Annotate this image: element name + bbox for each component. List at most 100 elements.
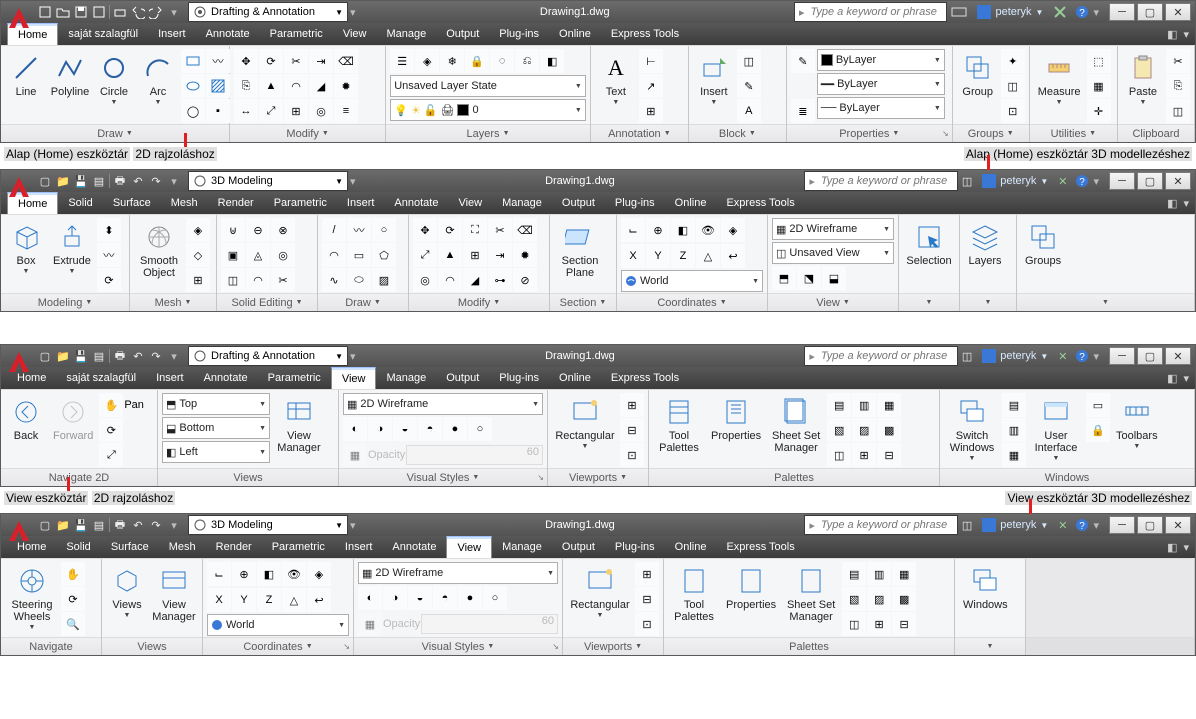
align-icon[interactable]: ≡ (334, 99, 358, 123)
tab-view[interactable]: View (331, 367, 377, 389)
search-input[interactable] (819, 349, 953, 363)
tab-output[interactable]: Output (552, 536, 605, 558)
ribbon-minimize-icon[interactable]: ▾ (1183, 541, 1189, 554)
edit-block-icon[interactable]: ✎ (737, 74, 761, 98)
properties-palette-button[interactable]: Properties (722, 562, 780, 613)
visualstyle-combo[interactable]: ▦2D Wireframe▼ (343, 393, 543, 415)
redo-icon[interactable]: ↷ (148, 173, 164, 189)
open-icon[interactable]: 📁 (55, 348, 71, 364)
p9-icon[interactable]: ⊟ (877, 443, 901, 467)
tab-plugins[interactable]: Plug-ins (489, 367, 549, 389)
3darray-icon[interactable]: ⊞ (463, 243, 487, 267)
tab-annotate[interactable]: Annotate (384, 192, 448, 214)
group-button[interactable]: Group (957, 49, 999, 100)
tab-manage[interactable]: Manage (492, 192, 552, 214)
text-button[interactable]: AText▼ (595, 49, 637, 108)
offset-icon[interactable]: ◎ (309, 99, 333, 123)
pline-icon[interactable]: 〰 (347, 218, 371, 242)
panel-title-layers[interactable]: Layers▼ (386, 124, 590, 142)
3dalign-icon[interactable]: ⛶ (463, 218, 487, 242)
ucs-3p-icon[interactable]: △ (282, 588, 306, 612)
undo-icon[interactable]: ↶ (130, 517, 146, 533)
search-box[interactable]: ▸ (804, 515, 958, 535)
view-left-combo[interactable]: ◧Left▼ (162, 441, 270, 463)
ellipse3-icon[interactable]: ⬭ (347, 268, 371, 292)
chamfer2-icon[interactable]: ◢ (463, 268, 487, 292)
offset-face-icon[interactable]: ◎ (271, 243, 295, 267)
arc2-icon[interactable]: ◠ (322, 243, 346, 267)
vp-named-icon[interactable]: ⊞ (635, 562, 659, 586)
save-icon[interactable]: 💾 (73, 517, 89, 533)
ribbon-minimize-icon[interactable]: ▾ (1183, 28, 1189, 41)
panel-title-section[interactable]: Section▼ (550, 293, 616, 311)
search-box[interactable]: ▸ (804, 171, 958, 191)
lineweight-combo[interactable]: ━━ByLayer▼ (817, 73, 945, 95)
panel-title-block[interactable]: Block▼ (689, 124, 786, 142)
print-icon[interactable]: 🖶 (112, 173, 128, 189)
panel-title-modeling[interactable]: Modeling▼ (1, 293, 129, 311)
visualstyle-combo[interactable]: ▦2D Wireframe▼ (772, 218, 894, 240)
app-logo[interactable] (5, 4, 33, 32)
ucs-named-combo[interactable]: World▼ (621, 270, 763, 292)
copy-clip-icon[interactable]: ⎘ (1166, 74, 1190, 98)
tab-plugins[interactable]: Plug-ins (489, 23, 549, 45)
exchange-icon[interactable] (1053, 5, 1067, 19)
pan-icon[interactable]: ✋ (99, 393, 123, 417)
views-button[interactable]: Views▼ (106, 562, 148, 621)
qat-more-icon[interactable]: ▾ (166, 173, 182, 189)
zoom2-icon[interactable]: 🔍 (61, 612, 85, 636)
cascade-icon[interactable]: ▤ (1002, 393, 1026, 417)
layerstate-combo[interactable]: Unsaved Layer State▼ (390, 75, 586, 97)
tab-parametric[interactable]: Parametric (258, 367, 331, 389)
layer-off-icon[interactable]: ◌ (490, 49, 514, 73)
p6-icon[interactable]: ▩ (892, 587, 916, 611)
view-manager-button[interactable]: View Manager (150, 562, 198, 625)
redo-icon[interactable]: ↷ (148, 517, 164, 533)
ucs-world-icon[interactable]: ⊕ (232, 562, 256, 586)
rect2-icon[interactable]: ▭ (347, 243, 371, 267)
layer-make-icon[interactable]: ◈ (415, 49, 439, 73)
extend-icon[interactable]: ⇥ (309, 49, 333, 73)
p2-icon[interactable]: ▥ (852, 393, 876, 417)
panel-title-groups2[interactable]: ▼ (1017, 293, 1194, 311)
p2-icon[interactable]: ▥ (867, 562, 891, 586)
ellipse-icon[interactable] (181, 74, 205, 98)
p5-icon[interactable]: ▨ (852, 418, 876, 442)
search-input[interactable] (819, 174, 953, 188)
view-bottom-combo[interactable]: ⬓Bottom▼ (162, 417, 270, 439)
tab-output[interactable]: Output (552, 192, 605, 214)
panel-title-mesh[interactable]: Mesh▼ (130, 293, 216, 311)
panel-title-modify2[interactable]: Modify▼ (409, 293, 549, 311)
chamfer-icon[interactable]: ◢ (309, 74, 333, 98)
minimize-button[interactable]: ─ (1109, 172, 1135, 190)
app-logo[interactable] (5, 517, 33, 545)
circle2-icon[interactable]: ○ (372, 218, 396, 242)
saveas-icon[interactable]: ▤ (91, 173, 107, 189)
ucs-view-icon[interactable]: 👁 (696, 218, 720, 242)
vs1-icon[interactable]: ◐ (343, 417, 367, 441)
panel-title-utilities[interactable]: Utilities▼ (1030, 124, 1117, 142)
ucs-prev-icon[interactable]: ↩ (721, 244, 745, 268)
savedview-combo[interactable]: ◫Unsaved View▼ (772, 242, 894, 264)
opacity-value[interactable]: 60 (421, 614, 558, 634)
spline-icon[interactable]: 〰 (206, 49, 230, 73)
vs1-icon[interactable]: ◐ (358, 586, 382, 610)
3drotate-icon[interactable]: ⟳ (438, 218, 462, 242)
help-icon[interactable]: ? (1075, 349, 1089, 363)
extrude-face-icon[interactable]: ▣ (221, 243, 245, 267)
tab-view[interactable]: View (446, 536, 492, 558)
ucs-icon[interactable]: ⌙ (621, 218, 645, 242)
panel-title-vstyles[interactable]: Visual Styles▼↘ (339, 468, 547, 486)
p5-icon[interactable]: ▨ (867, 587, 891, 611)
array-icon[interactable]: ⊞ (284, 99, 308, 123)
tab-render[interactable]: Render (208, 192, 264, 214)
taper-icon[interactable]: ◬ (246, 243, 270, 267)
tab-custom[interactable]: saját szalagfül (58, 23, 148, 45)
back-button[interactable]: Back (5, 393, 47, 444)
ucs-obj-icon[interactable]: ◈ (721, 218, 745, 242)
ucs-icon[interactable]: ⌙ (207, 562, 231, 586)
close-button[interactable]: ✕ (1165, 347, 1191, 365)
ucs-face-icon[interactable]: ◧ (257, 562, 281, 586)
viewport-rect-button[interactable]: Rectangular▼ (552, 393, 618, 452)
switch-windows-button[interactable]: Switch Windows▼ (944, 393, 1000, 464)
